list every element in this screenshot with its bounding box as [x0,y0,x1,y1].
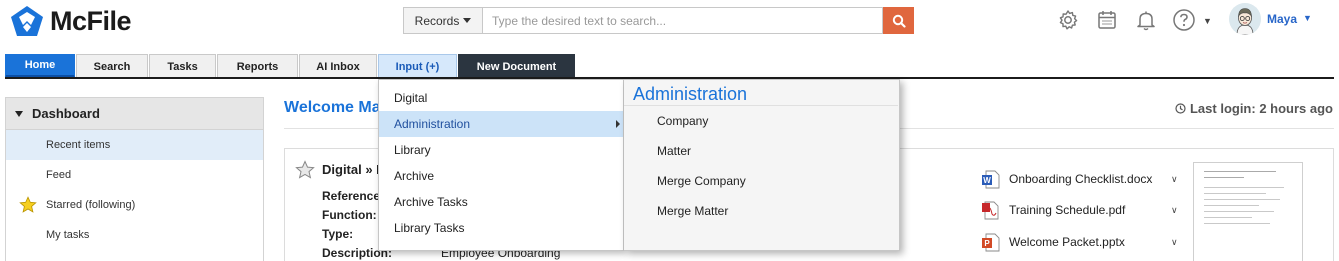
thumbnail-line [1204,211,1274,212]
attachment-row[interactable]: P Welcome Packet.pptx ∨ [981,232,1178,252]
field-label-type: Type: [322,227,354,241]
triangle-down-icon [15,110,23,117]
menu-item-digital[interactable]: Digital [379,85,623,111]
mcfile-logo-icon [11,6,43,36]
submenu-title: Administration [624,80,898,106]
input-dropdown-menu: Digital Administration Library Archive A… [378,79,624,251]
search-button[interactable] [883,7,914,34]
sidebar-item-starred[interactable]: Starred (following) [6,190,263,220]
star-outline-icon[interactable] [295,160,315,180]
attachment-row[interactable]: W Onboarding Checklist.docx ∨ [981,169,1178,189]
sidebar-item-feed[interactable]: Feed [6,160,263,190]
sidebar-item-label: Recent items [46,139,111,151]
administration-submenu: Administration Company Matter Merge Comp… [624,79,900,251]
thumbnail-line [1204,177,1244,178]
menu-item-library-tasks[interactable]: Library Tasks [379,215,623,241]
app-logo[interactable]: McFile [10,4,132,38]
sidebar-item-label: Feed [46,169,72,181]
calendar-icon [1098,11,1116,29]
powerpoint-file-icon: P [982,233,1000,251]
avatar[interactable] [1229,3,1261,35]
attachment-row[interactable]: Training Schedule.pdf ∨ [981,200,1178,220]
chevron-right-icon [616,120,620,128]
menu-item-label: Administration [394,117,471,131]
submenu-item-merge-company[interactable]: Merge Company [624,166,899,196]
page-title: Welcome Ma [284,99,381,116]
sidebar: Dashboard Recent items Feed Starred (fol… [5,97,264,261]
chevron-down-icon[interactable]: ∨ [1171,205,1178,216]
attachment-name[interactable]: Onboarding Checklist.docx [1009,172,1171,186]
pdf-file-icon [982,201,999,219]
help-icon [1173,9,1195,31]
chevron-down-icon[interactable]: ∨ [1171,237,1178,248]
last-login-text: Last login: 2 hours ago [1189,101,1333,116]
calendar-button[interactable] [1095,8,1119,32]
sidebar-heading-label: Dashboard [32,106,100,121]
user-name[interactable]: Maya [1267,12,1297,26]
tab-reports[interactable]: Reports [217,54,298,78]
tab-new-document[interactable]: New Document [458,54,575,78]
submenu-item-matter[interactable]: Matter [624,136,899,166]
menu-item-library[interactable]: Library [379,137,623,163]
menu-item-archive-tasks[interactable]: Archive Tasks [379,189,623,215]
sidebar-item-my-tasks[interactable]: My tasks [6,220,263,250]
star-icon [19,196,37,213]
settings-button[interactable] [1056,8,1080,32]
thumbnail-line [1204,193,1266,194]
chevron-down-icon[interactable]: ▼ [1303,13,1312,23]
search-bar: Records [403,7,914,34]
tab-tasks[interactable]: Tasks [149,54,216,78]
menu-item-administration[interactable]: Administration [379,111,623,137]
search-scope-label: Records [414,13,460,28]
thumbnail-line [1204,187,1284,188]
thumbnail-line [1204,171,1276,172]
sidebar-item-label: My tasks [46,229,90,241]
attachment-name[interactable]: Training Schedule.pdf [1009,203,1171,217]
sidebar-item-label: Starred (following) [46,199,136,211]
tab-home[interactable]: Home [5,54,75,78]
thumbnail-line [1204,217,1252,218]
document-thumbnail[interactable] [1193,162,1303,261]
thumbnail-line [1204,199,1280,200]
logo-text: McFile [50,5,132,36]
svg-text:P: P [984,239,990,248]
user-avatar-icon [1229,3,1261,35]
last-login: Last login: 2 hours ago [1175,101,1333,116]
chevron-down-icon[interactable]: ▼ [1203,16,1212,26]
submenu-item-company[interactable]: Company [624,106,899,136]
attachment-name[interactable]: Welcome Packet.pptx [1009,235,1171,249]
clock-icon [1175,103,1186,114]
search-icon [892,14,906,28]
thumbnail-line [1204,223,1270,224]
word-file-icon: W [982,170,1000,188]
chevron-down-icon[interactable]: ∨ [1171,174,1178,185]
bell-icon [1137,11,1155,31]
notifications-button[interactable] [1134,8,1158,32]
menu-item-archive[interactable]: Archive [379,163,623,189]
help-button[interactable] [1172,8,1196,32]
thumbnail-line [1204,205,1259,206]
search-scope-dropdown[interactable]: Records [403,7,483,34]
sidebar-heading-dashboard[interactable]: Dashboard [6,98,263,130]
svg-text:W: W [983,176,991,185]
tab-input[interactable]: Input (+) [378,54,457,78]
field-label-reference: Reference [322,189,381,203]
gear-icon [1059,10,1078,30]
search-input[interactable] [483,7,883,34]
card-title[interactable]: Digital » I [322,162,380,177]
field-label-function: Function: [322,208,377,222]
caret-down-icon [463,18,472,23]
sidebar-item-recent-items[interactable]: Recent items [6,130,263,160]
tab-ai-inbox[interactable]: AI Inbox [299,54,377,78]
tab-search[interactable]: Search [76,54,148,78]
main-nav: Home Search Tasks Reports AI Inbox Input… [5,54,576,78]
submenu-item-merge-matter[interactable]: Merge Matter [624,196,899,226]
